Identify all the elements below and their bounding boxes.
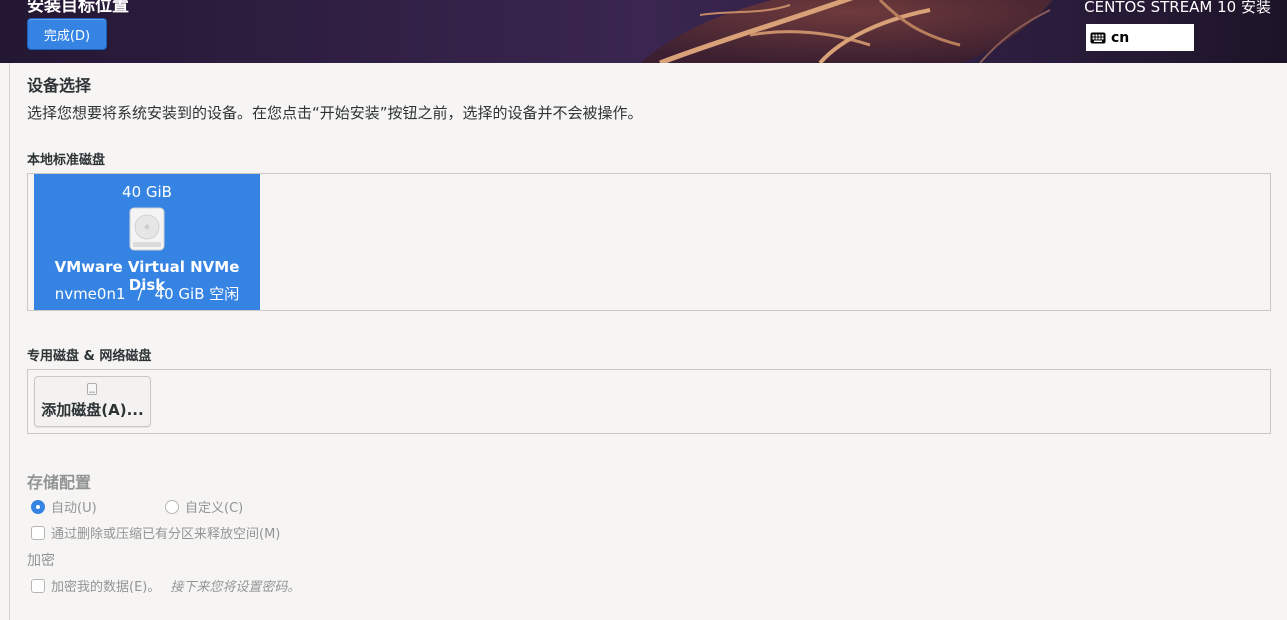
reclaim-space-label: 通过删除或压缩已有分区来释放空间(M): [51, 527, 281, 542]
custom-radio[interactable]: [165, 499, 179, 514]
reclaim-space-checkbox[interactable]: [31, 525, 45, 540]
disk-small-icon: [87, 383, 97, 395]
encrypt-checkbox[interactable]: [31, 578, 45, 593]
done-button[interactable]: 完成(D): [27, 18, 107, 50]
page-title: 安装目标位置: [27, 0, 129, 16]
keyboard-layout-label: cn: [1111, 29, 1130, 46]
encrypt-label: 加密我的数据(E)。: [51, 580, 161, 595]
disk-device: nvme0n1: [54, 285, 126, 303]
custom-label: 自定义(C): [185, 501, 244, 516]
encryption-heading: 加密: [27, 553, 55, 569]
encrypt-hint: 接下来您将设置密码。: [170, 580, 301, 595]
encrypt-option[interactable]: 加密我的数据(E)。 接下来您将设置密码。: [31, 576, 300, 595]
disk-details: nvme0n1 / 40 GiB 空闲: [34, 283, 260, 304]
device-selection-description: 选择您想要将系统安装到的设备。在您点击“开始安装”按钮之前，选择的设备并不会被操…: [27, 104, 643, 122]
keyboard-icon: [1090, 32, 1106, 43]
storage-config-heading: 存储配置: [27, 473, 92, 492]
product-title: CENTOS STREAM 10 安装: [1084, 0, 1271, 16]
disk-free-space: 40 GiB 空闲: [154, 285, 240, 303]
keyboard-layout-indicator[interactable]: cn: [1086, 24, 1194, 51]
hard-disk-icon: [129, 207, 165, 251]
reclaim-space-option[interactable]: 通过删除或压缩已有分区来释放空间(M): [31, 523, 280, 542]
automatic-option[interactable]: 自动(U): [31, 497, 97, 516]
disk-tile-nvme0n1[interactable]: 40 GiB VMware Virtual NVMe Disk nvme0n1/…: [34, 174, 260, 310]
device-selection-heading: 设备选择: [27, 76, 92, 95]
special-disks-heading: 专用磁盘 & 网络磁盘: [27, 349, 152, 364]
add-disk-button[interactable]: 添加磁盘(A)...: [34, 376, 151, 427]
automatic-radio[interactable]: [31, 499, 45, 514]
disk-separator: /: [137, 285, 143, 303]
local-disks-panel: 40 GiB VMware Virtual NVMe Disk nvme0n1/…: [27, 173, 1271, 311]
local-disks-heading: 本地标准磁盘: [27, 153, 106, 168]
disk-size: 40 GiB: [122, 183, 172, 201]
automatic-label: 自动(U): [51, 501, 97, 516]
special-disks-panel: 添加磁盘(A)...: [27, 369, 1271, 434]
add-disk-label: 添加磁盘(A)...: [41, 401, 144, 419]
custom-option[interactable]: 自定义(C): [165, 497, 243, 516]
header-bar: 安装目标位置 完成(D) CENTOS STREAM 10 安装 cn: [0, 0, 1287, 63]
